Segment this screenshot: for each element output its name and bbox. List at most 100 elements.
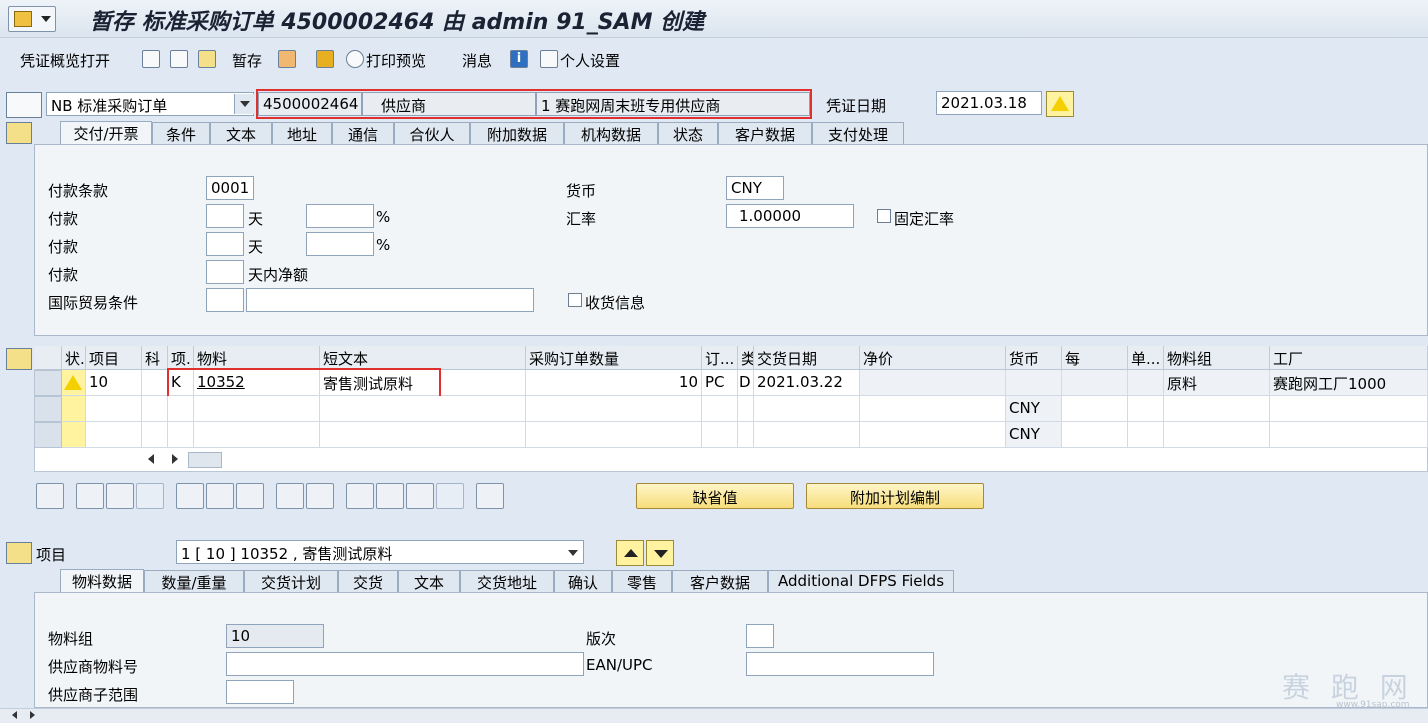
table-cell-material[interactable] [194,422,320,448]
expand-header-icon[interactable] [6,122,32,144]
info-icon[interactable]: i [510,50,528,68]
col-plant[interactable]: 工厂 [1270,346,1428,370]
table-cell-net-price[interactable] [860,396,1006,422]
sort-descending-icon[interactable] [376,483,404,509]
tab-additional-data[interactable]: 附加数据 [470,122,564,144]
currency-field[interactable]: CNY [726,176,784,200]
tab-confirmations[interactable]: 确认 [554,570,612,592]
revision-field[interactable] [746,624,774,648]
col-order-unit[interactable]: 订... [702,346,738,370]
document-type-select[interactable]: NB 标准采购订单 [46,92,254,116]
payment-days-2[interactable] [206,232,244,256]
table-cell-material[interactable] [194,396,320,422]
shopping-cart-icon[interactable] [6,92,42,118]
tab-additional-dfps[interactable]: Additional DFPS Fields [768,570,954,592]
table-cell-delivery-date[interactable] [754,422,860,448]
tab-delivery-address[interactable]: 交货地址 [460,570,554,592]
scroll-left-icon[interactable] [12,711,17,719]
payment-percent-1[interactable] [306,204,374,228]
payment-terms-field[interactable]: 0001 [206,176,254,200]
table-cell-plant[interactable] [1270,422,1428,448]
ean-field[interactable] [746,652,934,676]
tab-delivery-invoice[interactable]: 交付/开票 [60,121,152,145]
table-cell-per[interactable] [1062,370,1128,396]
table-cell-unit[interactable] [702,422,738,448]
table-cell-material-group[interactable] [1164,396,1270,422]
tab-partners[interactable]: 合伙人 [394,122,470,144]
vendor-field[interactable]: 1 赛跑网周末班专用供应商 [536,92,810,116]
table-cell-date-cat[interactable] [738,422,754,448]
table-cell-acct[interactable] [142,396,168,422]
table-cell-unit[interactable]: PC [702,370,738,396]
delete-icon[interactable] [176,483,204,509]
tab-item-texts[interactable]: 文本 [398,570,460,592]
tab-status[interactable]: 状态 [658,122,718,144]
item-selector[interactable]: 1 [ 10 ] 10352 , 寄售测试原料 [176,540,584,564]
item-selector-dropdown[interactable] [564,542,582,562]
table-cell-quantity[interactable]: 10 [526,370,702,396]
personal-settings-button[interactable]: 个人设置 [560,50,620,71]
table-cell-unit[interactable] [702,396,738,422]
system-menu-icon[interactable] [8,6,56,32]
copy-item-icon[interactable] [106,483,134,509]
scroll-left-icon[interactable] [148,454,154,464]
tab-retail[interactable]: 零售 [612,570,672,592]
table-cell-acct[interactable] [142,370,168,396]
table-cell-date-cat[interactable] [738,396,754,422]
col-per[interactable]: 每 [1062,346,1128,370]
print-preview-button[interactable]: 打印预览 [366,50,426,71]
expand-item-detail-icon[interactable] [6,542,32,564]
sort-ascending-icon[interactable] [346,483,374,509]
table-cell-quantity[interactable] [526,396,702,422]
row-selector[interactable] [34,422,62,448]
col-material-group[interactable]: 物料组 [1164,346,1270,370]
print-icon[interactable] [316,50,334,68]
col-currency[interactable]: 货币 [1006,346,1062,370]
select-all-icon[interactable] [306,483,334,509]
col-delivery-date[interactable]: 交货日期 [754,346,860,370]
doc-date-field[interactable]: 2021.03.18 [936,91,1042,115]
new-document-icon[interactable] [142,50,160,68]
payment-days-1[interactable] [206,204,244,228]
filter-icon[interactable] [406,483,434,509]
add-item-icon[interactable] [76,483,104,509]
col-item[interactable]: 项目 [86,346,142,370]
col-short-text[interactable]: 短文本 [320,346,526,370]
tab-item-customer-data[interactable]: 客户数据 [672,570,768,592]
display-change-icon[interactable] [170,50,188,68]
lock-icon[interactable] [206,483,234,509]
col-net-price[interactable]: 净价 [860,346,1006,370]
tab-address[interactable]: 地址 [272,122,332,144]
exchange-rate-field[interactable]: 1.00000 [726,204,854,228]
table-cell-material-group[interactable] [1164,422,1270,448]
tab-quantity-weight[interactable]: 数量/重量 [144,570,244,592]
payment-percent-2[interactable] [306,232,374,256]
vendor-material-field[interactable] [226,652,584,676]
table-cell-price-unit[interactable] [1128,370,1164,396]
table-cell-quantity[interactable] [526,422,702,448]
next-item-button[interactable] [646,540,674,566]
print-preview-icon[interactable] [346,50,364,68]
table-cell-delivery-date[interactable]: 2021.03.22 [754,370,860,396]
default-values-button[interactable]: 缺省值 [636,483,794,509]
other-document-icon[interactable] [198,50,216,68]
doc-overview-button[interactable]: 凭证概览打开 [20,50,110,71]
incoterms-location-field[interactable] [246,288,534,312]
paste-item-icon[interactable] [136,483,164,509]
table-cell-category[interactable] [168,396,194,422]
fixed-rate-checkbox[interactable] [877,209,891,223]
table-cell-short-text[interactable] [320,396,526,422]
tab-texts[interactable]: 文本 [210,122,272,144]
table-cell-material-group[interactable]: 原料 [1164,370,1270,396]
select-all-column[interactable] [34,346,62,370]
tab-delivery[interactable]: 交货 [338,570,398,592]
tab-customer-data[interactable]: 客户数据 [718,122,812,144]
bottom-scrollbar[interactable] [0,708,1428,723]
table-cell-short-text[interactable] [320,422,526,448]
table-cell-price-unit[interactable] [1128,396,1164,422]
col-acct-assign[interactable]: 科 [142,346,168,370]
table-cell-item[interactable]: 10 [86,370,142,396]
table-cell-per[interactable] [1062,396,1128,422]
personal-settings-icon[interactable] [540,50,558,68]
check-icon[interactable] [278,50,296,68]
